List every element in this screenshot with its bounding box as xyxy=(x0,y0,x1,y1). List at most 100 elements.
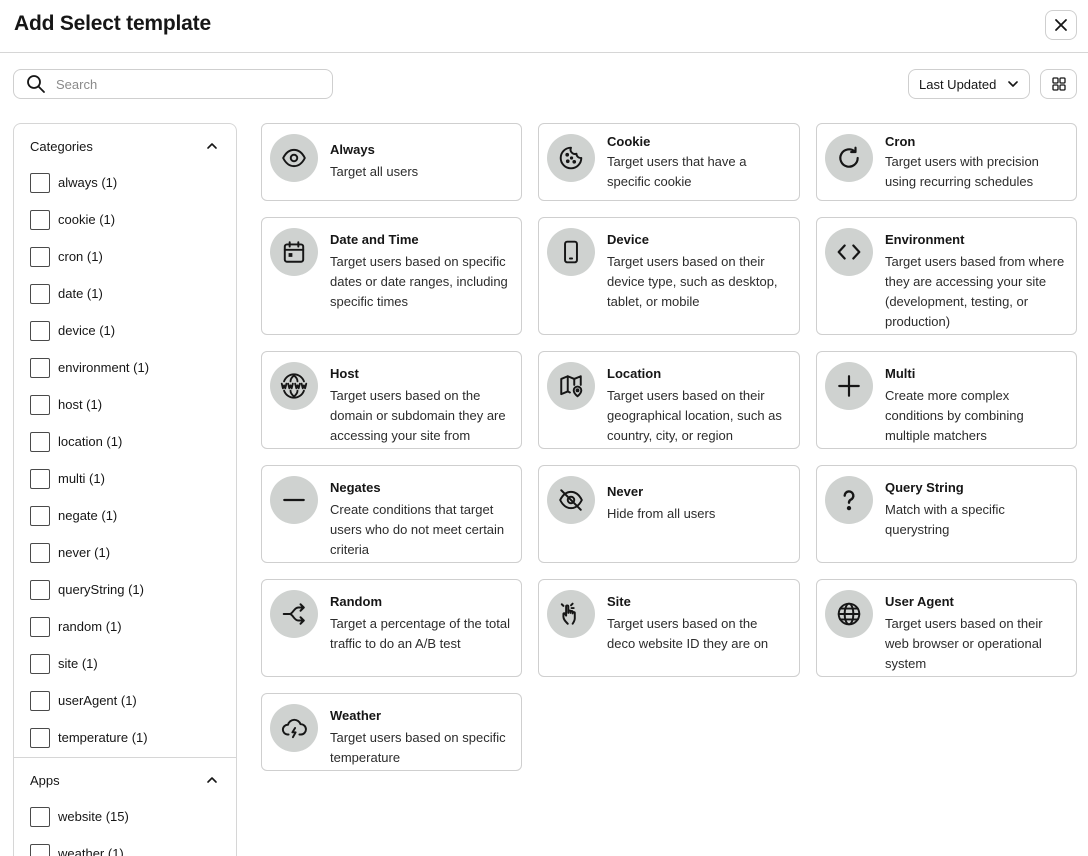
template-card-negates[interactable]: Negates Create conditions that target us… xyxy=(261,465,522,563)
apps-list: website (15) weather (1) xyxy=(14,798,236,856)
app-filter[interactable]: website (15) xyxy=(14,798,236,835)
app-label: weather (1) xyxy=(58,846,124,856)
template-card-query-string[interactable]: Query String Match with a specific query… xyxy=(816,465,1077,563)
card-title: Always xyxy=(330,142,375,157)
card-description: Create conditions that target users who … xyxy=(330,502,505,557)
template-card-site[interactable]: Site Target users based on the deco webs… xyxy=(538,579,800,677)
checkbox[interactable] xyxy=(30,653,50,674)
category-filter[interactable]: random (1) xyxy=(14,608,236,645)
category-label: queryString (1) xyxy=(58,582,144,597)
checkbox[interactable] xyxy=(30,468,50,489)
category-filter[interactable]: device (1) xyxy=(14,312,236,349)
checkbox[interactable] xyxy=(30,209,50,230)
category-filter[interactable]: location (1) xyxy=(14,423,236,460)
category-filter[interactable]: multi (1) xyxy=(14,460,236,497)
close-icon xyxy=(1054,18,1068,32)
app-label: website (15) xyxy=(58,809,129,824)
checkbox[interactable] xyxy=(30,505,50,526)
checkbox[interactable] xyxy=(30,320,50,341)
template-card-device[interactable]: Device Target users based on their devic… xyxy=(538,217,800,335)
template-card-user-agent[interactable]: User Agent Target users based on their w… xyxy=(816,579,1077,677)
checkbox[interactable] xyxy=(30,690,50,711)
category-label: random (1) xyxy=(58,619,122,634)
checkbox[interactable] xyxy=(30,542,50,563)
checkbox[interactable] xyxy=(30,172,50,193)
category-label: temperature (1) xyxy=(58,730,148,745)
template-card-weather[interactable]: Weather Target users based on specific t… xyxy=(261,693,522,771)
grid-view-button[interactable] xyxy=(1040,69,1077,99)
code-icon xyxy=(825,228,873,276)
card-description: Target users that have a specific cookie xyxy=(607,154,747,189)
checkbox[interactable] xyxy=(30,394,50,415)
category-filter[interactable]: environment (1) xyxy=(14,349,236,386)
eye-icon xyxy=(270,134,318,182)
category-filter[interactable]: date (1) xyxy=(14,275,236,312)
plus-icon xyxy=(825,362,873,410)
eye-off-icon xyxy=(547,476,595,524)
search-box[interactable] xyxy=(13,69,333,99)
chevron-up-icon xyxy=(206,140,218,152)
template-card-always[interactable]: Always Target all users xyxy=(261,123,522,201)
category-filter[interactable]: site (1) xyxy=(14,645,236,682)
category-filter[interactable]: negate (1) xyxy=(14,497,236,534)
template-card-location[interactable]: Location Target users based on their geo… xyxy=(538,351,800,449)
checkbox[interactable] xyxy=(30,806,50,827)
checkbox[interactable] xyxy=(30,727,50,748)
card-description: Match with a specific querystring xyxy=(885,502,1005,537)
template-card-host[interactable]: Host Target users based on the domain or… xyxy=(261,351,522,449)
app-filter[interactable]: weather (1) xyxy=(14,835,236,856)
categories-section: Categories always (1) cookie (1) cron (1… xyxy=(14,124,236,756)
chevron-down-icon xyxy=(1007,78,1019,90)
checkbox[interactable] xyxy=(30,579,50,600)
card-title: Location xyxy=(607,366,662,381)
sort-label: Last Updated xyxy=(919,76,997,92)
card-title: Negates xyxy=(330,480,381,495)
card-description: Target a percentage of the total traffic… xyxy=(330,616,510,651)
checkbox[interactable] xyxy=(30,431,50,452)
checkbox[interactable] xyxy=(30,616,50,637)
template-card-never[interactable]: Never Hide from all users xyxy=(538,465,800,563)
category-filter[interactable]: cron (1) xyxy=(14,238,236,275)
checkbox[interactable] xyxy=(30,843,50,856)
card-description: Target users based on their geographical… xyxy=(607,388,782,443)
category-filter[interactable]: never (1) xyxy=(14,534,236,571)
template-card-multi[interactable]: Multi Create more complex conditions by … xyxy=(816,351,1077,449)
category-label: cron (1) xyxy=(58,249,103,264)
category-filter[interactable]: always (1) xyxy=(14,164,236,201)
card-title: User Agent xyxy=(885,594,954,609)
categories-header[interactable]: Categories xyxy=(14,124,236,168)
close-button[interactable] xyxy=(1045,10,1077,40)
card-description: Target users based from where they are a… xyxy=(885,254,1065,329)
template-card-cron[interactable]: Cron Target users with precision using r… xyxy=(816,123,1077,201)
sort-dropdown[interactable]: Last Updated xyxy=(908,69,1030,99)
card-title: Environment xyxy=(885,232,965,247)
refresh-icon xyxy=(825,134,873,182)
category-label: never (1) xyxy=(58,545,111,560)
template-card-random[interactable]: Random Target a percentage of the total … xyxy=(261,579,522,677)
card-description: Target users based on the deco website I… xyxy=(607,616,769,651)
category-label: location (1) xyxy=(58,434,123,449)
grid-icon xyxy=(1051,77,1066,91)
split-arrows-icon xyxy=(270,590,318,638)
card-description: Hide from all users xyxy=(607,506,716,521)
phone-icon xyxy=(547,228,595,276)
template-card-date-and-time[interactable]: Date and Time Target users based on spec… xyxy=(261,217,522,335)
template-card-environment[interactable]: Environment Target users based from wher… xyxy=(816,217,1077,335)
category-filter[interactable]: temperature (1) xyxy=(14,719,236,756)
dialog-title: Add Select template xyxy=(14,12,211,35)
card-description: Target users based on specific temperatu… xyxy=(330,730,506,765)
cookie-icon xyxy=(547,134,595,182)
card-description: Target users with precision using recurr… xyxy=(885,154,1039,189)
search-input[interactable] xyxy=(56,76,306,92)
apps-header[interactable]: Apps xyxy=(14,758,236,802)
checkbox[interactable] xyxy=(30,357,50,378)
globe-icon xyxy=(825,590,873,638)
category-filter[interactable]: queryString (1) xyxy=(14,571,236,608)
category-label: device (1) xyxy=(58,323,116,338)
category-filter[interactable]: userAgent (1) xyxy=(14,682,236,719)
checkbox[interactable] xyxy=(30,246,50,267)
category-filter[interactable]: cookie (1) xyxy=(14,201,236,238)
template-card-cookie[interactable]: Cookie Target users that have a specific… xyxy=(538,123,800,201)
checkbox[interactable] xyxy=(30,283,50,304)
category-filter[interactable]: host (1) xyxy=(14,386,236,423)
